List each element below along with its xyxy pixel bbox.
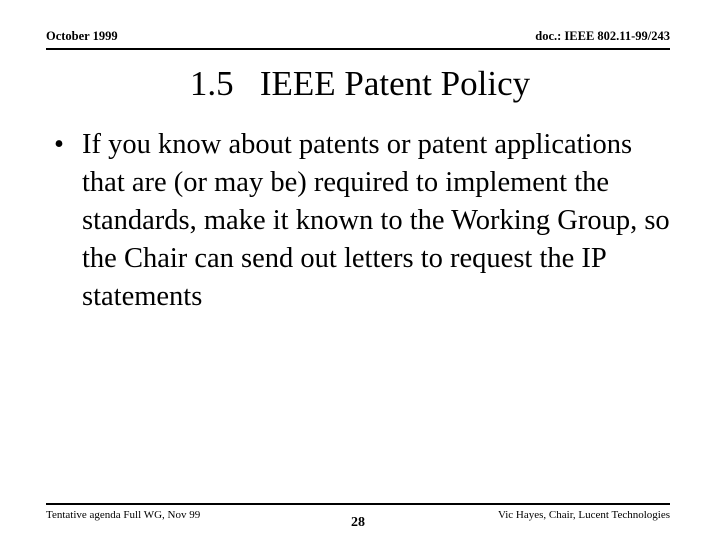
slide-body-list: • If you know about patents or patent ap…: [50, 126, 670, 316]
footer-author-label: Vic Hayes, Chair, Lucent Technologies: [497, 509, 670, 521]
slide-header: October 1999 doc.: IEEE 802.11-99/243: [46, 28, 670, 50]
presentation-slide: October 1999 doc.: IEEE 802.11-99/243 1.…: [0, 0, 720, 540]
page-number: 28: [351, 515, 365, 530]
list-item-text: If you know about patents or patent appl…: [82, 129, 670, 312]
list-item: • If you know about patents or patent ap…: [50, 126, 670, 316]
slide-footer: Tentative agenda Full WG, Nov 99 28 Vic …: [46, 508, 670, 534]
header-date: October 1999: [46, 29, 118, 43]
header-document-number: doc.: IEEE 802.11-99/243: [535, 29, 670, 43]
slide-title: 1.5 IEEE Patent Policy: [189, 64, 531, 103]
footer-divider: [46, 503, 670, 505]
footer-agenda-label: Tentative agenda Full WG, Nov 99: [46, 509, 201, 521]
bullet-point-icon: •: [54, 129, 64, 160]
header-divider: [46, 48, 670, 50]
